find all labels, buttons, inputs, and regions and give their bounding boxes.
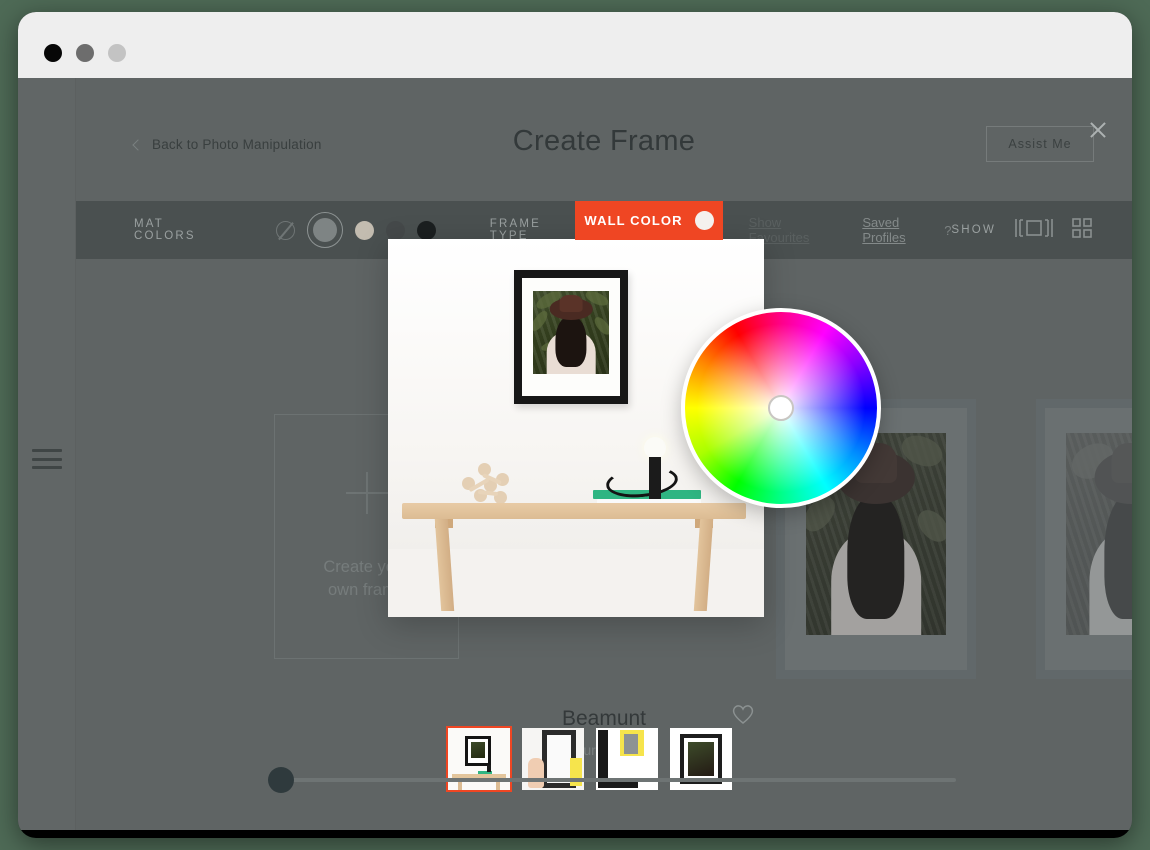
view-mode-group: SHOW — [951, 217, 1092, 244]
swatch-no-mat[interactable] — [275, 220, 295, 240]
browser-chrome — [18, 12, 1132, 78]
swatch-grey-mat[interactable] — [385, 220, 405, 240]
app-viewport: Back to Photo Manipulation Create Frame … — [18, 78, 1132, 830]
decor-object — [462, 463, 514, 505]
mat-colors-label: MAT COLORS — [134, 218, 196, 242]
plus-icon — [345, 472, 388, 515]
close-icon[interactable] — [1086, 118, 1110, 142]
table-lamp — [640, 437, 670, 499]
assist-me-label: Assist Me — [1008, 137, 1072, 151]
wall-mounted-frame — [514, 270, 628, 404]
color-wheel-picker[interactable] — [681, 308, 881, 508]
wall-color-swatch[interactable] — [694, 211, 714, 230]
frame-card-dark[interactable] — [1036, 399, 1132, 679]
help-icon[interactable]: ? — [944, 223, 951, 238]
close-dot[interactable] — [44, 44, 62, 62]
app-header: Back to Photo Manipulation Create Frame … — [76, 78, 1132, 201]
wall-color-badge[interactable]: WALL COLOR — [575, 201, 723, 240]
swatch-white-mat[interactable] — [306, 212, 343, 248]
traffic-lights — [44, 44, 126, 62]
left-rail — [18, 78, 76, 830]
page-title: Create Frame — [512, 125, 696, 157]
wooden-bench — [402, 503, 746, 611]
swatch-cream-mat[interactable] — [354, 220, 374, 240]
swatch-black-mat[interactable] — [416, 220, 436, 240]
carousel-slider[interactable] — [268, 767, 956, 793]
carousel-slider-handle[interactable] — [268, 767, 294, 793]
saved-profiles-link[interactable]: Saved Profiles — [862, 215, 938, 245]
heart-icon[interactable] — [731, 703, 755, 727]
show-label: SHOW — [951, 224, 996, 236]
assist-me-button[interactable]: Assist Me — [986, 126, 1094, 162]
screen-root: Back to Photo Manipulation Create Frame … — [0, 0, 1150, 850]
carousel-view-icon[interactable] — [1014, 217, 1054, 244]
wall-color-label: WALL COLOR — [584, 213, 683, 228]
color-wheel-knob[interactable] — [768, 395, 794, 421]
grid-view-icon[interactable] — [1072, 217, 1092, 243]
browser-window: Back to Photo Manipulation Create Frame … — [18, 12, 1132, 838]
hamburger-menu-icon[interactable] — [32, 449, 62, 469]
frame-photo — [1066, 433, 1132, 635]
minimize-dot[interactable] — [76, 44, 94, 62]
maximize-dot[interactable] — [108, 44, 126, 62]
